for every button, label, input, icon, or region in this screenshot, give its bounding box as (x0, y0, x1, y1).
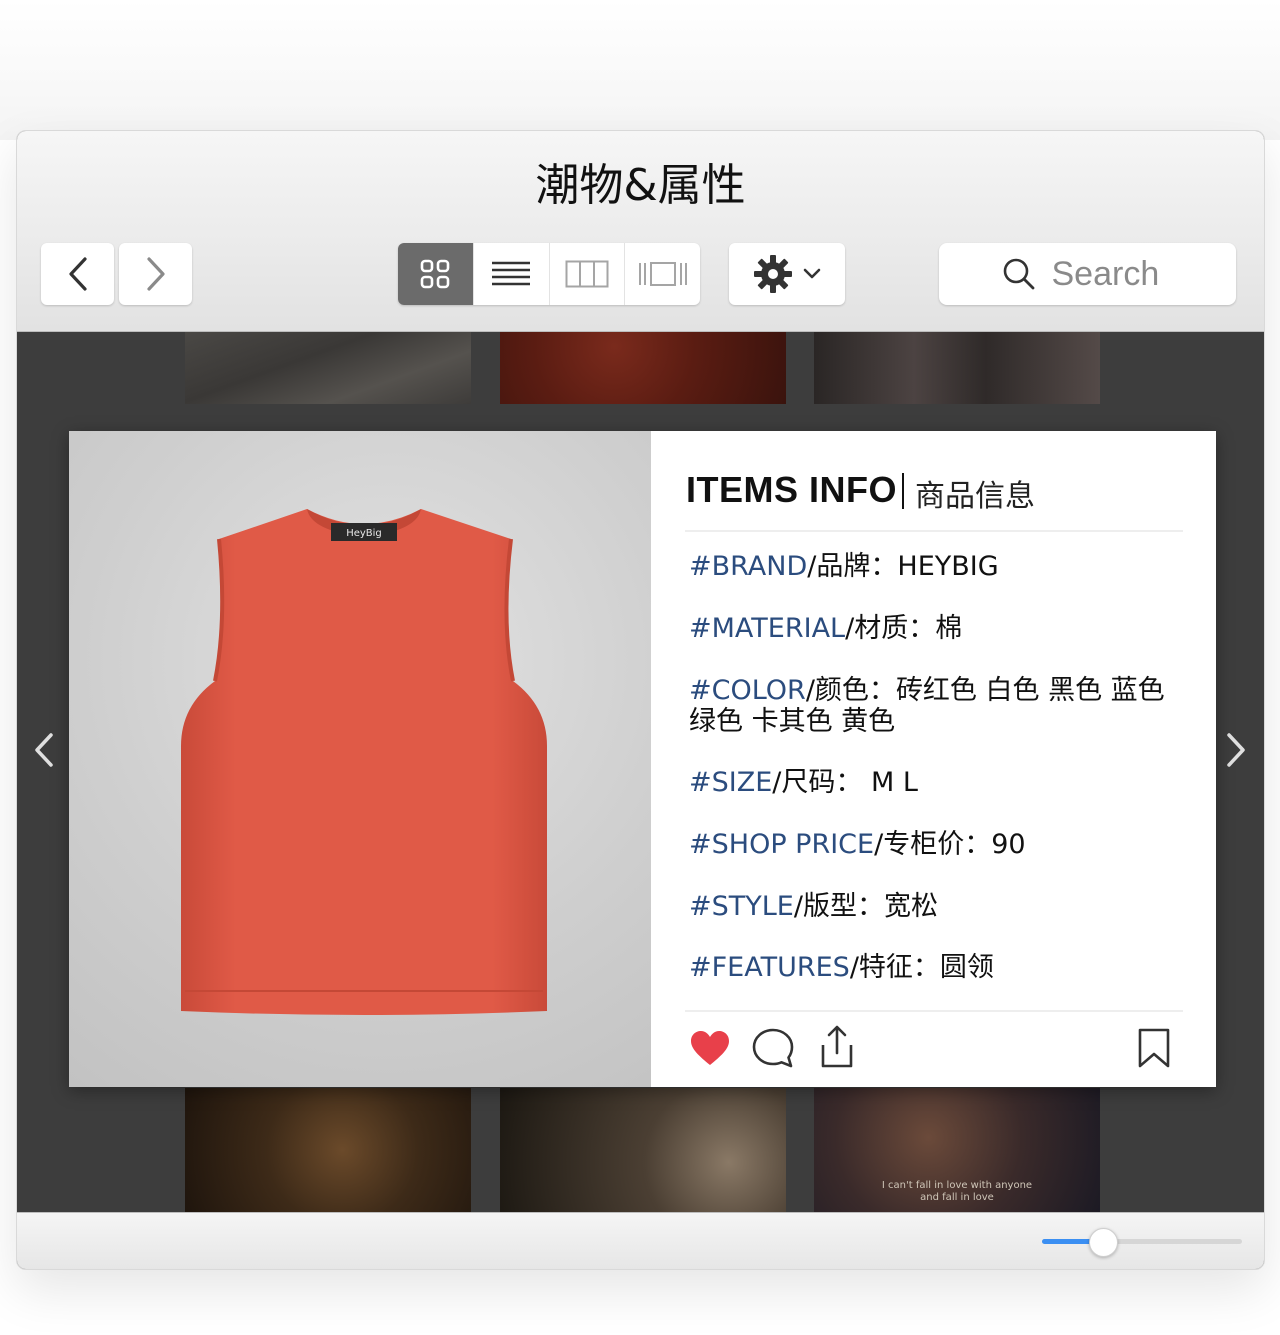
attribute-key: #COLOR (689, 675, 806, 706)
back-button[interactable] (41, 243, 114, 305)
attribute-value: 砖红色 白色 黑色 蓝色 (895, 675, 1165, 706)
attribute-style: #STYLE/版型：宽松 (689, 891, 938, 922)
attribute-label: /尺码： (772, 767, 863, 798)
carousel-next-arrow[interactable] (1225, 732, 1247, 768)
carousel-prev-arrow[interactable] (33, 732, 55, 768)
attribute-value: 棉 (935, 613, 963, 644)
attribute-label: /版型： (793, 891, 884, 922)
info-title: ITEMS INFO (686, 469, 897, 510)
columns-icon (565, 260, 609, 288)
attribute-key: #STYLE (689, 891, 794, 922)
share-icon[interactable] (817, 1025, 857, 1069)
attribute-material: #MATERIAL/材质：棉 (689, 613, 962, 644)
attribute-key: #SHOP PRICE (689, 829, 875, 860)
search-input[interactable] (1049, 253, 1174, 295)
chevron-down-icon (803, 268, 821, 279)
thumbnail-caption-1: I can't fall in love with anyone (881, 1180, 1033, 1191)
thumbnail-5[interactable] (500, 1088, 786, 1212)
thumbnail-2[interactable] (500, 332, 786, 404)
item-detail-card: HeyBig ITEMS INFO 商品信息 #BRAND/品牌：HEYBIG … (69, 431, 1216, 1087)
grid-icon (421, 259, 450, 289)
list-view-button[interactable] (474, 243, 550, 305)
attribute-key: #FEATURES (689, 952, 850, 983)
tank-top-image: HeyBig (181, 509, 547, 1015)
attribute-value: 圆领 (939, 952, 994, 983)
attribute-features: #FEATURES/特征：圆领 (689, 952, 994, 983)
search-icon (1003, 258, 1034, 290)
garment-label-text: HeyBig (346, 528, 382, 539)
title-bar: 潮物&属性 (17, 131, 1264, 332)
app-window: 潮物&属性 Search I can't fall in love with a… (16, 130, 1265, 1270)
title-separator (902, 473, 904, 509)
page-backdrop (0, 0, 1280, 140)
attribute-label: /材质： (845, 613, 936, 644)
attribute-key: #MATERIAL (689, 613, 846, 644)
attribute-color-continued: 绿色 卡其色 黄色 (689, 706, 896, 737)
bookmark-icon[interactable] (1137, 1027, 1171, 1069)
cover-flow-view-button[interactable] (625, 243, 700, 305)
settings-menu-button[interactable] (729, 243, 845, 305)
gear-icon (754, 255, 792, 293)
attribute-key: #SIZE (689, 767, 773, 798)
heart-icon[interactable] (689, 1029, 731, 1067)
zoom-slider[interactable] (1042, 1228, 1242, 1257)
item-info-panel: ITEMS INFO 商品信息 #BRAND/品牌：HEYBIG #MATERI… (651, 431, 1216, 1087)
chevron-left-icon (68, 257, 87, 291)
column-view-button[interactable] (550, 243, 626, 305)
attribute-value: 90 (991, 829, 1026, 860)
thumbnail-1[interactable] (185, 332, 471, 404)
attribute-label: /特征： (849, 952, 940, 983)
header-divider (685, 530, 1183, 532)
attribute-label: /专柜价： (874, 829, 992, 860)
attribute-value: M L (862, 767, 918, 798)
thumbnail-6[interactable]: I can't fall in love with anyone and fal… (814, 1088, 1100, 1212)
attribute-brand: #BRAND/品牌：HEYBIG (689, 551, 999, 582)
cover-flow-icon (638, 262, 687, 286)
forward-button[interactable] (119, 243, 192, 305)
list-icon (492, 261, 531, 286)
thumbnail-4[interactable] (185, 1088, 471, 1212)
product-image-panel: HeyBig (69, 431, 651, 1087)
attribute-shop-price: #SHOP PRICE/专柜价：90 (689, 829, 1026, 860)
attribute-label: /颜色： (805, 675, 896, 706)
comment-icon[interactable] (751, 1027, 795, 1069)
bottom-status-bar (17, 1212, 1264, 1269)
zoom-slider-knob[interactable] (1089, 1228, 1118, 1257)
window-title: 潮物&属性 (535, 160, 746, 211)
view-mode-segmented-control (398, 243, 700, 305)
thumbnail-caption-2: and fall in love (920, 1192, 994, 1203)
attribute-label: /品牌： (807, 551, 898, 582)
chevron-right-icon (146, 257, 165, 291)
attribute-color: #COLOR/颜色：砖红色 白色 黑色 蓝色 (689, 675, 1165, 706)
attribute-value: HEYBIG (897, 551, 999, 582)
footer-divider (685, 1010, 1183, 1012)
grid-view-button[interactable] (398, 243, 474, 305)
attribute-size: #SIZE/尺码： M L (689, 767, 918, 798)
info-subtitle: 商品信息 (915, 479, 1035, 514)
attribute-value: 宽松 (883, 891, 938, 922)
search-field[interactable] (939, 243, 1236, 305)
thumbnail-3[interactable] (814, 332, 1100, 404)
attribute-key: #BRAND (689, 551, 808, 582)
